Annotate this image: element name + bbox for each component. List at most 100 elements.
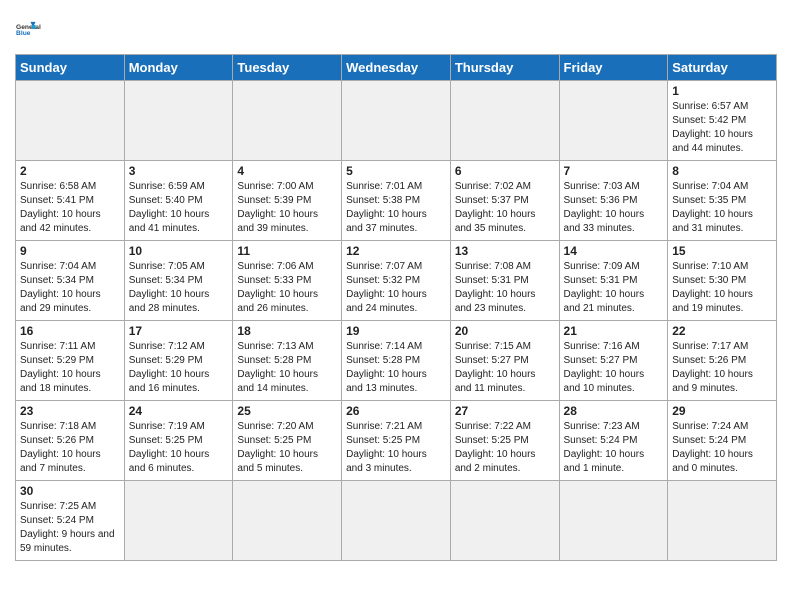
- calendar-cell: 21Sunrise: 7:16 AM Sunset: 5:27 PM Dayli…: [559, 321, 668, 401]
- day-number: 30: [20, 484, 120, 498]
- day-number: 29: [672, 404, 772, 418]
- calendar-cell: 9 Sunrise: 7:04 AM Sunset: 5:34 PM Daylig…: [16, 241, 125, 321]
- day-number: 22: [672, 324, 772, 338]
- day-number: 17: [129, 324, 229, 338]
- weekday-header-friday: Friday: [559, 55, 668, 81]
- calendar-cell: 2 Sunrise: 6:58 AM Sunset: 5:41 PM Daylig…: [16, 161, 125, 241]
- day-number: 9: [20, 244, 120, 258]
- day-info: Sunrise: 7:20 AM Sunset: 5:25 PM Dayligh…: [237, 420, 337, 476]
- day-info: Sunrise: 7:21 AM Sunset: 5:25 PM Dayligh…: [346, 420, 446, 476]
- calendar-cell: [16, 81, 125, 161]
- day-info: Sunrise: 7:01 AM Sunset: 5:38 PM Dayligh…: [346, 180, 446, 236]
- day-number: 19: [346, 324, 446, 338]
- day-number: 13: [455, 244, 555, 258]
- day-info: Sunrise: 7:12 AM Sunset: 5:29 PM Dayligh…: [129, 340, 229, 396]
- day-number: 16: [20, 324, 120, 338]
- day-info: Sunrise: 7:07 AM Sunset: 5:32 PM Dayligh…: [346, 260, 446, 316]
- calendar-cell: 8Sunrise: 7:04 AM Sunset: 5:35 PM Daylig…: [668, 161, 777, 241]
- day-number: 2: [20, 164, 120, 178]
- day-info: Sunrise: 7:13 AM Sunset: 5:28 PM Dayligh…: [237, 340, 337, 396]
- day-info: Sunrise: 7:19 AM Sunset: 5:25 PM Dayligh…: [129, 420, 229, 476]
- weekday-header-sunday: Sunday: [16, 55, 125, 81]
- calendar-cell: [559, 481, 668, 561]
- day-info: Sunrise: 7:11 AM Sunset: 5:29 PM Dayligh…: [20, 340, 120, 396]
- day-number: 15: [672, 244, 772, 258]
- day-info: Sunrise: 6:58 AM Sunset: 5:41 PM Dayligh…: [20, 180, 120, 236]
- calendar-week-row: 16 Sunrise: 7:11 AM Sunset: 5:29 PM Dayli…: [16, 321, 777, 401]
- calendar-cell: 4Sunrise: 7:00 AM Sunset: 5:39 PM Daylig…: [233, 161, 342, 241]
- day-number: 14: [564, 244, 664, 258]
- calendar-cell: 10 Sunrise: 7:05 AM Sunset: 5:34 PM Dayli…: [124, 241, 233, 321]
- day-number: 5: [346, 164, 446, 178]
- day-info: Sunrise: 7:24 AM Sunset: 5:24 PM Dayligh…: [672, 420, 772, 476]
- day-info: Sunrise: 7:05 AM Sunset: 5:34 PM Dayligh…: [129, 260, 229, 316]
- logo: General Blue: [15, 10, 51, 46]
- day-info: Sunrise: 7:16 AM Sunset: 5:27 PM Dayligh…: [564, 340, 664, 396]
- calendar-cell: 26 Sunrise: 7:21 AM Sunset: 5:25 PM Dayli…: [342, 401, 451, 481]
- day-info: Sunrise: 7:17 AM Sunset: 5:26 PM Dayligh…: [672, 340, 772, 396]
- calendar-cell: 13 Sunrise: 7:08 AM Sunset: 5:31 PM Dayli…: [450, 241, 559, 321]
- day-number: 18: [237, 324, 337, 338]
- calendar-cell: [342, 81, 451, 161]
- calendar-cell: 23Sunrise: 7:18 AM Sunset: 5:26 PM Dayli…: [16, 401, 125, 481]
- day-info: Sunrise: 6:57 AM Sunset: 5:42 PM Dayligh…: [672, 100, 772, 156]
- day-info: Sunrise: 7:14 AM Sunset: 5:28 PM Dayligh…: [346, 340, 446, 396]
- day-info: Sunrise: 7:02 AM Sunset: 5:37 PM Dayligh…: [455, 180, 555, 236]
- day-number: 20: [455, 324, 555, 338]
- day-number: 26: [346, 404, 446, 418]
- weekday-header-thursday: Thursday: [450, 55, 559, 81]
- calendar-cell: 7Sunrise: 7:03 AM Sunset: 5:36 PM Daylig…: [559, 161, 668, 241]
- calendar-week-row: 30 Sunrise: 7:25 AM Sunset: 5:24 PM Dayli…: [16, 481, 777, 561]
- calendar-cell: 24Sunrise: 7:19 AM Sunset: 5:25 PM Dayli…: [124, 401, 233, 481]
- day-number: 7: [564, 164, 664, 178]
- calendar-cell: 1 Sunrise: 6:57 AM Sunset: 5:42 PM Daylig…: [668, 81, 777, 161]
- day-number: 8: [672, 164, 772, 178]
- day-info: Sunrise: 7:04 AM Sunset: 5:34 PM Dayligh…: [20, 260, 120, 316]
- calendar-cell: 22 Sunrise: 7:17 AM Sunset: 5:26 PM Dayli…: [668, 321, 777, 401]
- calendar-cell: 27 Sunrise: 7:22 AM Sunset: 5:25 PM Dayli…: [450, 401, 559, 481]
- calendar-cell: 28Sunrise: 7:23 AM Sunset: 5:24 PM Dayli…: [559, 401, 668, 481]
- calendar-cell: 20Sunrise: 7:15 AM Sunset: 5:27 PM Dayli…: [450, 321, 559, 401]
- calendar-table: SundayMondayTuesdayWednesdayThursdayFrid…: [15, 54, 777, 561]
- day-number: 10: [129, 244, 229, 258]
- calendar-page: General Blue SundayMondayTuesdayWednesda…: [0, 0, 792, 576]
- calendar-cell: [233, 81, 342, 161]
- calendar-cell: 25 Sunrise: 7:20 AM Sunset: 5:25 PM Dayli…: [233, 401, 342, 481]
- calendar-cell: 16 Sunrise: 7:11 AM Sunset: 5:29 PM Dayli…: [16, 321, 125, 401]
- weekday-header-row: SundayMondayTuesdayWednesdayThursdayFrid…: [16, 55, 777, 81]
- calendar-cell: 19 Sunrise: 7:14 AM Sunset: 5:28 PM Dayli…: [342, 321, 451, 401]
- calendar-cell: 12Sunrise: 7:07 AM Sunset: 5:32 PM Dayli…: [342, 241, 451, 321]
- day-number: 23: [20, 404, 120, 418]
- calendar-cell: [124, 481, 233, 561]
- day-info: Sunrise: 7:23 AM Sunset: 5:24 PM Dayligh…: [564, 420, 664, 476]
- calendar-cell: 30 Sunrise: 7:25 AM Sunset: 5:24 PM Dayli…: [16, 481, 125, 561]
- weekday-header-saturday: Saturday: [668, 55, 777, 81]
- calendar-cell: 18 Sunrise: 7:13 AM Sunset: 5:28 PM Dayli…: [233, 321, 342, 401]
- day-info: Sunrise: 7:06 AM Sunset: 5:33 PM Dayligh…: [237, 260, 337, 316]
- calendar-cell: 3 Sunrise: 6:59 AM Sunset: 5:40 PM Daylig…: [124, 161, 233, 241]
- weekday-header-tuesday: Tuesday: [233, 55, 342, 81]
- page-header: General Blue: [15, 10, 777, 46]
- calendar-week-row: 2 Sunrise: 6:58 AM Sunset: 5:41 PM Daylig…: [16, 161, 777, 241]
- day-number: 25: [237, 404, 337, 418]
- calendar-week-row: 9 Sunrise: 7:04 AM Sunset: 5:34 PM Daylig…: [16, 241, 777, 321]
- day-info: Sunrise: 6:59 AM Sunset: 5:40 PM Dayligh…: [129, 180, 229, 236]
- weekday-header-monday: Monday: [124, 55, 233, 81]
- day-info: Sunrise: 7:10 AM Sunset: 5:30 PM Dayligh…: [672, 260, 772, 316]
- day-number: 3: [129, 164, 229, 178]
- calendar-cell: [668, 481, 777, 561]
- day-info: Sunrise: 7:22 AM Sunset: 5:25 PM Dayligh…: [455, 420, 555, 476]
- calendar-cell: [559, 81, 668, 161]
- calendar-cell: [124, 81, 233, 161]
- calendar-week-row: 1 Sunrise: 6:57 AM Sunset: 5:42 PM Daylig…: [16, 81, 777, 161]
- calendar-cell: 29 Sunrise: 7:24 AM Sunset: 5:24 PM Dayli…: [668, 401, 777, 481]
- svg-text:Blue: Blue: [16, 30, 31, 37]
- calendar-cell: 17 Sunrise: 7:12 AM Sunset: 5:29 PM Dayli…: [124, 321, 233, 401]
- day-info: Sunrise: 7:25 AM Sunset: 5:24 PM Dayligh…: [20, 500, 120, 556]
- calendar-cell: [342, 481, 451, 561]
- day-info: Sunrise: 7:08 AM Sunset: 5:31 PM Dayligh…: [455, 260, 555, 316]
- day-number: 1: [672, 84, 772, 98]
- calendar-week-row: 23Sunrise: 7:18 AM Sunset: 5:26 PM Dayli…: [16, 401, 777, 481]
- weekday-header-wednesday: Wednesday: [342, 55, 451, 81]
- day-number: 27: [455, 404, 555, 418]
